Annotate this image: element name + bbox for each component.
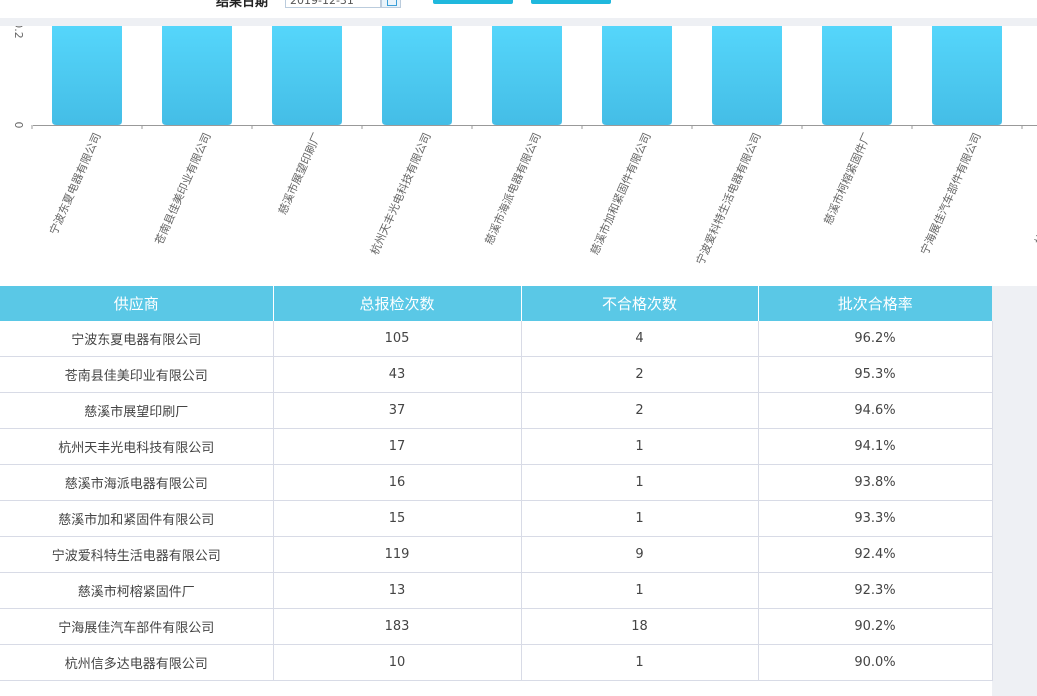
cell-total: 10 xyxy=(273,644,522,681)
col-header-pass-rate[interactable]: 批次合格率 xyxy=(758,286,992,321)
table-row[interactable]: 慈溪市海派电器有限公司 16 1 93.8% xyxy=(0,464,993,501)
cell-total: 13 xyxy=(273,572,522,609)
bar[interactable] xyxy=(602,26,672,125)
cell-rate: 96.2% xyxy=(758,321,993,357)
section-divider xyxy=(0,18,1037,26)
cell-supplier: 苍南县佳美印业有限公司 xyxy=(0,356,274,393)
cell-rate: 94.6% xyxy=(758,392,993,429)
cell-failed: 2 xyxy=(521,392,759,429)
x-category-label: 慈溪市展望印刷厂 xyxy=(275,131,324,217)
cell-total: 37 xyxy=(273,392,522,429)
x-category-label: 宁波爱科特生活电器有限公司 xyxy=(693,131,764,267)
cell-failed: 18 xyxy=(521,608,759,645)
cell-supplier: 慈溪市柯榕紧固件厂 xyxy=(0,572,274,609)
cell-rate: 90.0% xyxy=(758,644,993,681)
cell-failed: 1 xyxy=(521,428,759,465)
x-category-label: 宁波东夏电器有限公司 xyxy=(46,131,104,237)
y-tick-label: 0.2 xyxy=(12,26,25,39)
cell-rate: 90.2% xyxy=(758,608,993,645)
calendar-icon[interactable] xyxy=(381,0,401,8)
cell-rate: 92.4% xyxy=(758,536,993,573)
cell-failed: 2 xyxy=(521,356,759,393)
cell-supplier: 宁波东夏电器有限公司 xyxy=(0,321,274,357)
cell-rate: 92.3% xyxy=(758,572,993,609)
table-row[interactable]: 慈溪市展望印刷厂 37 2 94.6% xyxy=(0,392,993,429)
cell-supplier: 宁海展佳汽车部件有限公司 xyxy=(0,608,274,645)
cell-failed: 1 xyxy=(521,572,759,609)
x-category-label: 慈溪市柯榕紧固件厂 xyxy=(821,131,874,227)
cell-total: 105 xyxy=(273,321,522,357)
cell-failed: 9 xyxy=(521,536,759,573)
x-category-label: 宁海展佳汽车部件有限公司 xyxy=(917,131,983,257)
cell-total: 17 xyxy=(273,428,522,465)
table-row[interactable]: 苍南县佳美印业有限公司 43 2 95.3% xyxy=(0,356,993,393)
cell-failed: 1 xyxy=(521,644,759,681)
export-button[interactable] xyxy=(531,0,611,4)
bar[interactable] xyxy=(272,26,342,125)
cell-failed: 4 xyxy=(521,321,759,357)
cell-rate: 93.3% xyxy=(758,500,993,537)
x-category-label: 杭州天丰光电科技有限公司 xyxy=(367,131,433,257)
cell-total: 43 xyxy=(273,356,522,393)
x-category-label: 苍南县佳美印业有限公司 xyxy=(152,131,214,247)
pass-rate-bar-chart: 00.2 宁波东夏电器有限公司 苍南县佳美印业有限公司 慈溪市展望印刷厂 杭州天丰光电… xyxy=(12,26,1037,267)
date-input[interactable]: 2019-12-31 xyxy=(285,0,381,8)
cell-total: 15 xyxy=(273,500,522,537)
table-header-row: 供应商 总报检次数 不合格次数 批次合格率 xyxy=(0,286,992,321)
x-category-label: 杭州信多达电器有限公司 xyxy=(1032,131,1037,247)
cell-supplier: 杭州天丰光电科技有限公司 xyxy=(0,428,274,465)
table-row[interactable]: 宁海展佳汽车部件有限公司 183 18 90.2% xyxy=(0,608,993,645)
cell-rate: 94.1% xyxy=(758,428,993,465)
col-header-failed-count[interactable]: 不合格次数 xyxy=(521,286,759,321)
bar[interactable] xyxy=(382,26,452,125)
y-tick-label: 0 xyxy=(12,122,25,129)
supplier-pass-rate-table: 供应商 总报检次数 不合格次数 批次合格率 宁波东夏电器有限公司 105 4 9… xyxy=(0,286,993,681)
bar[interactable] xyxy=(162,26,232,125)
query-button[interactable] xyxy=(433,0,513,4)
cell-supplier: 杭州信多达电器有限公司 xyxy=(0,644,274,681)
bar[interactable] xyxy=(822,26,892,125)
cell-failed: 1 xyxy=(521,500,759,537)
y-axis-ticks: 00.2 xyxy=(12,26,25,129)
table-row[interactable]: 慈溪市柯榕紧固件厂 13 1 92.3% xyxy=(0,572,993,609)
table-row[interactable]: 宁波爱科特生活电器有限公司 119 9 92.4% xyxy=(0,536,993,573)
table-row[interactable]: 杭州信多达电器有限公司 10 1 90.0% xyxy=(0,644,993,681)
table-row[interactable]: 慈溪市加和紧固件有限公司 15 1 93.3% xyxy=(0,500,993,537)
filter-bar: 结果日期 2019-12-31 xyxy=(0,0,1037,18)
bar[interactable] xyxy=(492,26,562,125)
cell-supplier: 慈溪市展望印刷厂 xyxy=(0,392,274,429)
cell-total: 183 xyxy=(273,608,522,645)
table-row[interactable]: 宁波东夏电器有限公司 105 4 96.2% xyxy=(0,321,993,357)
x-category-label: 慈溪市海派电器有限公司 xyxy=(482,131,544,247)
cell-failed: 1 xyxy=(521,464,759,501)
bar-group xyxy=(31,26,1023,129)
cell-total: 16 xyxy=(273,464,522,501)
cell-supplier: 慈溪市海派电器有限公司 xyxy=(0,464,274,501)
cell-supplier: 宁波爱科特生活电器有限公司 xyxy=(0,536,274,573)
cell-total: 119 xyxy=(273,536,522,573)
cell-supplier: 慈溪市加和紧固件有限公司 xyxy=(0,500,274,537)
cell-rate: 95.3% xyxy=(758,356,993,393)
cell-rate: 93.8% xyxy=(758,464,993,501)
right-margin xyxy=(992,286,1037,696)
col-header-total-inspections[interactable]: 总报检次数 xyxy=(273,286,522,321)
x-category-label: 慈溪市加和紧固件有限公司 xyxy=(587,131,653,257)
bar[interactable] xyxy=(52,26,122,125)
col-header-supplier[interactable]: 供应商 xyxy=(0,286,274,321)
bar[interactable] xyxy=(712,26,782,125)
category-labels: 宁波东夏电器有限公司 苍南县佳美印业有限公司 慈溪市展望印刷厂 杭州天丰光电科技有限公… xyxy=(46,131,1037,267)
date-filter-label: 结果日期 xyxy=(216,0,269,10)
bar[interactable] xyxy=(932,26,1002,125)
table-row[interactable]: 杭州天丰光电科技有限公司 17 1 94.1% xyxy=(0,428,993,465)
